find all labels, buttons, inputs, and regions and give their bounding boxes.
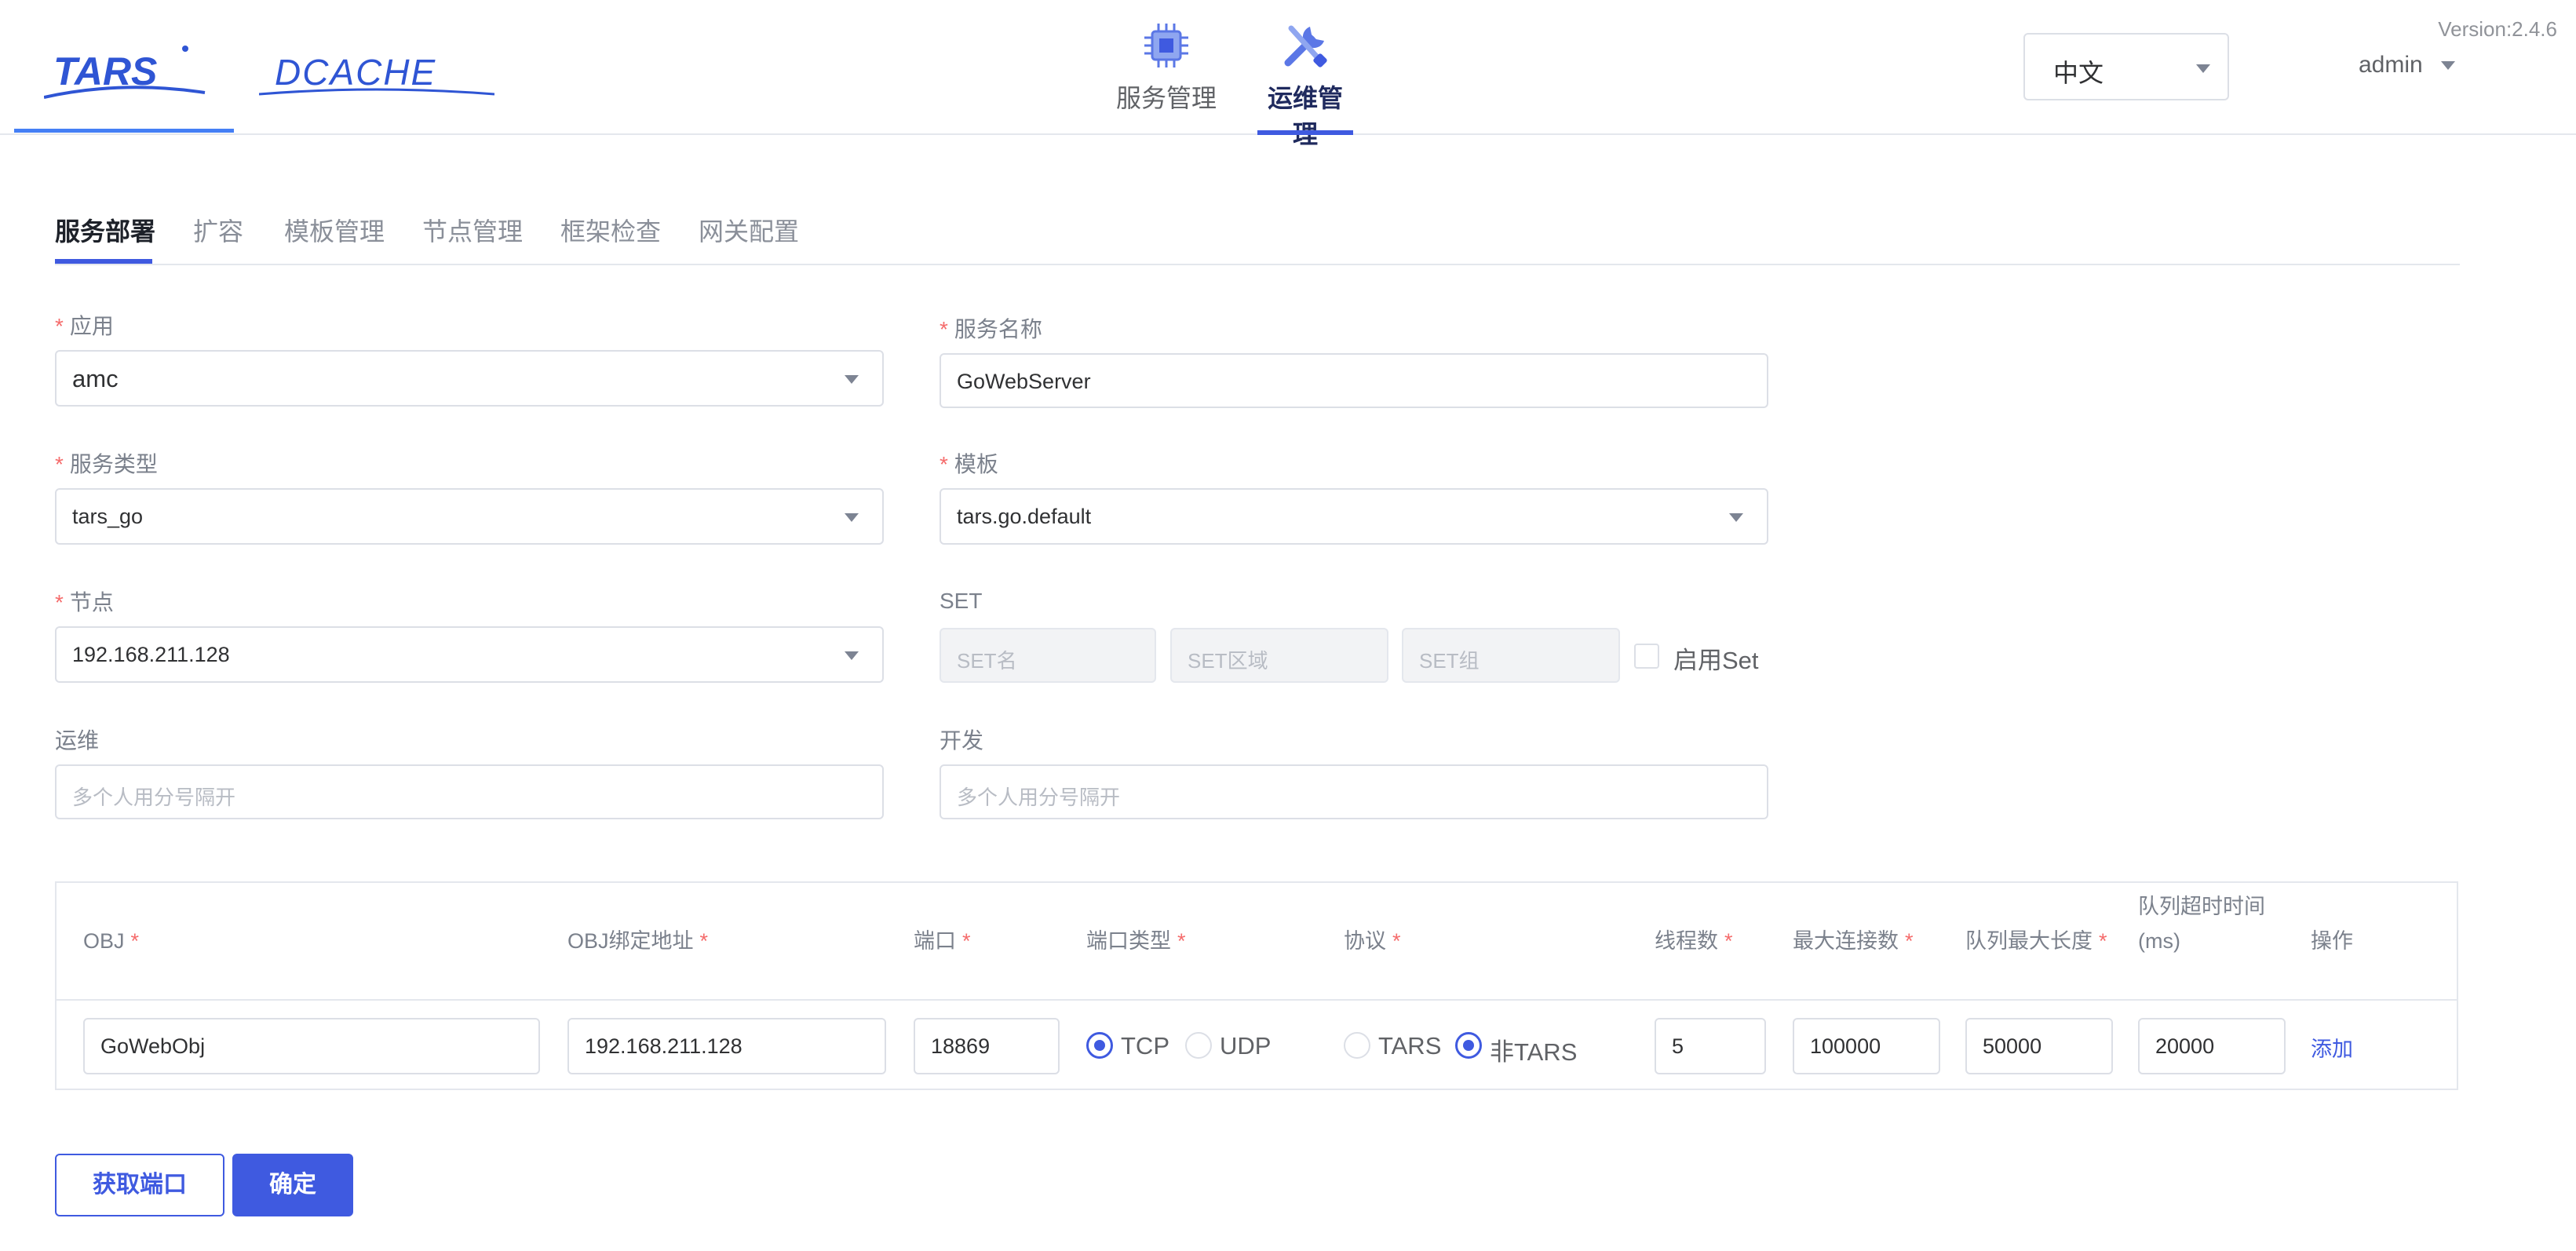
nav-label: 服务管理 bbox=[1115, 84, 1217, 112]
column-header: 线程数 * bbox=[1655, 929, 1733, 953]
add-obj-link[interactable]: 添加 bbox=[2311, 1032, 2353, 1063]
version-label: Version:2.4.6 bbox=[2438, 17, 2557, 41]
tab-expand[interactable]: 扩容 bbox=[193, 212, 243, 248]
set-area-placeholder: SET区域 bbox=[1188, 649, 1268, 673]
chevron-down-icon bbox=[845, 513, 859, 522]
queue-max-length-value: 50000 bbox=[1983, 1034, 2042, 1058]
user-menu[interactable]: admin bbox=[2359, 52, 2423, 78]
template-label: * 模板 bbox=[940, 452, 998, 476]
server-type-label: * 服务类型 bbox=[55, 452, 158, 476]
chevron-down-icon[interactable] bbox=[2441, 61, 2455, 70]
column-header: 队列超时时间(ms) bbox=[2138, 895, 2265, 953]
language-value: 中文 bbox=[2053, 59, 2104, 87]
radio-udp-label[interactable]: UDP bbox=[1220, 1032, 1271, 1060]
username: admin bbox=[2359, 52, 2423, 78]
obj-table: OBJ * OBJ绑定地址 * 端口 * 端口类型 * 协议 * 线程数 * 最大连接数 * … bbox=[55, 881, 2458, 1090]
nav-ops-management[interactable]: 运维管理 bbox=[1257, 16, 1353, 148]
server-name-value: GoWebServer bbox=[957, 370, 1091, 393]
tab-template-management[interactable]: 模板管理 bbox=[284, 212, 385, 248]
operator-placeholder: 多个人用分号隔开 bbox=[72, 786, 236, 809]
column-header: 端口类型 * bbox=[1086, 929, 1186, 953]
nav-active-underline bbox=[1257, 130, 1353, 135]
chip-icon bbox=[1144, 24, 1188, 67]
obj-value: GoWebObj bbox=[100, 1034, 206, 1058]
max-connections-value: 100000 bbox=[1810, 1034, 1881, 1058]
column-header: OBJ绑定地址 * bbox=[567, 929, 709, 953]
radio-tars[interactable] bbox=[1344, 1032, 1370, 1059]
svg-text:DCACHE: DCACHE bbox=[275, 52, 436, 93]
column-header: 协议 * bbox=[1344, 929, 1401, 953]
operator-label: 运维 bbox=[55, 728, 100, 753]
threads-value: 5 bbox=[1672, 1034, 1684, 1058]
server-type-select[interactable]: tars_go bbox=[55, 488, 884, 545]
bind-address-input[interactable]: 192.168.211.128 bbox=[567, 1018, 886, 1074]
app-value: amc bbox=[72, 365, 119, 392]
set-group-placeholder: SET组 bbox=[1419, 649, 1480, 673]
port-value: 18869 bbox=[931, 1034, 991, 1058]
threads-input[interactable]: 5 bbox=[1655, 1018, 1766, 1074]
enable-set-checkbox[interactable] bbox=[1634, 644, 1659, 669]
chevron-down-icon bbox=[845, 375, 859, 384]
column-header: 最大连接数 * bbox=[1793, 929, 1914, 953]
set-name-input: SET名 bbox=[940, 628, 1156, 683]
chevron-down-icon bbox=[845, 651, 859, 660]
node-select[interactable]: 192.168.211.128 bbox=[55, 626, 884, 683]
table-divider bbox=[57, 999, 2457, 1001]
set-area-input: SET区域 bbox=[1170, 628, 1388, 683]
wrench-screwdriver-icon bbox=[1284, 25, 1327, 67]
node-value: 192.168.211.128 bbox=[72, 643, 230, 666]
column-header: OBJ * bbox=[83, 929, 140, 953]
logo-active-underline bbox=[14, 129, 234, 133]
radio-tcp-label[interactable]: TCP bbox=[1121, 1032, 1169, 1060]
dcache-logo[interactable]: DCACHE bbox=[259, 46, 494, 100]
chevron-down-icon bbox=[1729, 513, 1743, 522]
radio-non-tars-label[interactable]: 非TARS bbox=[1490, 1032, 1577, 1067]
server-type-value: tars_go bbox=[72, 505, 144, 528]
port-input[interactable]: 18869 bbox=[914, 1018, 1060, 1074]
column-header: 端口 * bbox=[914, 929, 971, 953]
radio-tars-label[interactable]: TARS bbox=[1378, 1032, 1441, 1060]
operator-input[interactable]: 多个人用分号隔开 bbox=[55, 764, 884, 819]
obj-input[interactable]: GoWebObj bbox=[83, 1018, 540, 1074]
app-select[interactable]: amc bbox=[55, 350, 884, 407]
tab-framework-check[interactable]: 框架检查 bbox=[560, 212, 661, 248]
tars-logo[interactable]: TARS bbox=[44, 39, 209, 102]
developer-label: 开发 bbox=[940, 728, 984, 753]
server-name-label: * 服务名称 bbox=[940, 317, 1042, 341]
app-label: * 应用 bbox=[55, 314, 114, 338]
enable-set-label[interactable]: 启用Set bbox=[1673, 640, 1759, 676]
template-select[interactable]: tars.go.default bbox=[940, 488, 1768, 545]
developer-input[interactable]: 多个人用分号隔开 bbox=[940, 764, 1768, 819]
language-select[interactable]: 中文 bbox=[2023, 33, 2229, 100]
template-value: tars.go.default bbox=[957, 505, 1092, 528]
set-group-input: SET组 bbox=[1402, 628, 1620, 683]
sub-tabs: 服务部署 扩容 模板管理 节点管理 框架检查 网关配置 bbox=[55, 206, 2460, 265]
bind-address-value: 192.168.211.128 bbox=[585, 1034, 743, 1058]
queue-max-length-input[interactable]: 50000 bbox=[1965, 1018, 2113, 1074]
column-header: 操作 bbox=[2311, 929, 2353, 953]
get-port-button[interactable]: 获取端口 bbox=[55, 1154, 224, 1216]
nav-service-management[interactable]: 服务管理 bbox=[1110, 16, 1223, 135]
tab-active-ink bbox=[55, 259, 152, 264]
queue-timeout-value: 20000 bbox=[2155, 1034, 2215, 1058]
top-header: TARS DCACHE 服务管理 运维管理 bbox=[0, 0, 2576, 148]
confirm-button[interactable]: 确定 bbox=[232, 1154, 353, 1216]
radio-tcp[interactable] bbox=[1086, 1032, 1113, 1059]
column-header: 队列最大长度 * bbox=[1965, 929, 2107, 953]
set-label: SET bbox=[940, 589, 983, 613]
radio-udp[interactable] bbox=[1185, 1032, 1212, 1059]
nav-label: 运维管理 bbox=[1267, 84, 1343, 148]
chevron-down-icon bbox=[2196, 64, 2210, 73]
tab-service-deploy[interactable]: 服务部署 bbox=[55, 212, 155, 248]
server-name-input[interactable]: GoWebServer bbox=[940, 353, 1768, 408]
set-name-placeholder: SET名 bbox=[957, 649, 1017, 673]
tab-gateway-config[interactable]: 网关配置 bbox=[699, 212, 799, 248]
radio-non-tars[interactable] bbox=[1455, 1032, 1482, 1059]
node-label: * 节点 bbox=[55, 590, 114, 615]
queue-timeout-input[interactable]: 20000 bbox=[2138, 1018, 2286, 1074]
tab-node-management[interactable]: 节点管理 bbox=[422, 212, 523, 248]
max-connections-input[interactable]: 100000 bbox=[1793, 1018, 1940, 1074]
developer-placeholder: 多个人用分号隔开 bbox=[957, 786, 1121, 809]
